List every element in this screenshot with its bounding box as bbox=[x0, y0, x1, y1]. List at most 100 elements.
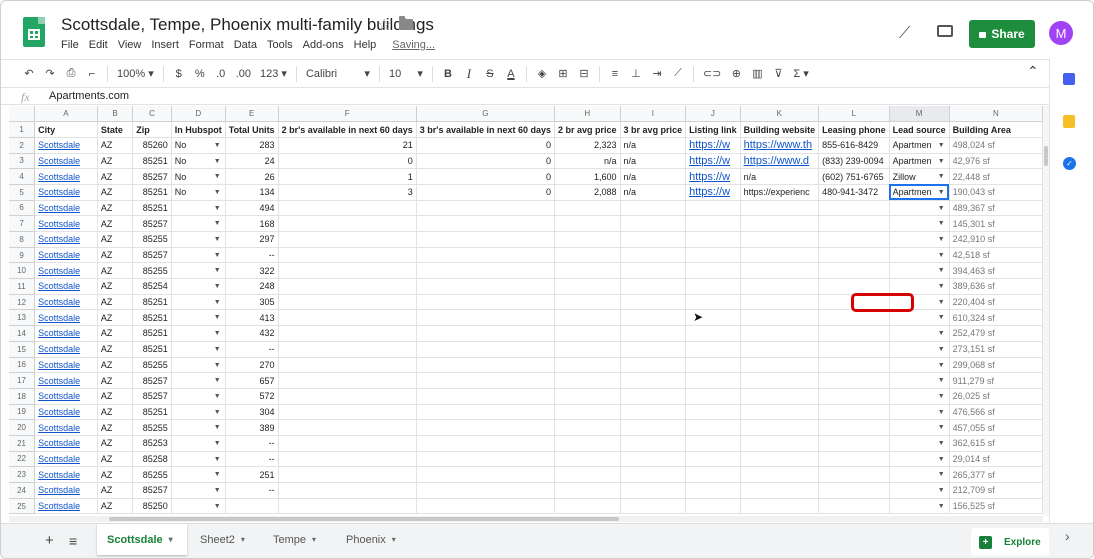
column-header-e[interactable]: E bbox=[225, 106, 279, 123]
cell[interactable]: ▼ bbox=[889, 419, 950, 436]
formula-input[interactable]: Apartments.com bbox=[49, 90, 129, 102]
cell[interactable] bbox=[278, 388, 417, 405]
cell[interactable] bbox=[554, 404, 621, 421]
column-header-k[interactable]: K bbox=[740, 106, 820, 123]
cell[interactable]: AZ bbox=[97, 325, 134, 342]
row-header[interactable]: 17 bbox=[9, 372, 36, 389]
cell[interactable] bbox=[818, 435, 890, 452]
cell[interactable]: 2,323 bbox=[554, 137, 621, 154]
cell[interactable]: Scottsdale bbox=[34, 309, 98, 327]
cell[interactable]: Scottsdale bbox=[34, 168, 98, 185]
cell[interactable] bbox=[818, 200, 890, 217]
redo-icon[interactable]: ↷ bbox=[44, 65, 56, 83]
cell[interactable] bbox=[554, 309, 621, 327]
cell[interactable]: https://experienc bbox=[740, 184, 820, 201]
column-header-l[interactable]: L bbox=[818, 106, 890, 123]
cell[interactable]: Scottsdale bbox=[34, 419, 98, 436]
cell[interactable] bbox=[554, 435, 621, 452]
cell[interactable] bbox=[620, 466, 687, 483]
functions-button[interactable]: Σ ▾ bbox=[793, 65, 808, 83]
cell[interactable]: 2,088 bbox=[554, 184, 621, 201]
cell[interactable]: 220,404 sf bbox=[949, 294, 1043, 311]
cell[interactable]: (602) 751-6765 bbox=[818, 168, 890, 185]
currency-button[interactable]: $ bbox=[173, 65, 185, 83]
cell[interactable] bbox=[416, 309, 556, 327]
cell[interactable]: 242,910 sf bbox=[949, 231, 1043, 248]
cell[interactable]: 305 bbox=[225, 294, 279, 311]
cell[interactable] bbox=[278, 466, 417, 483]
number-format-select[interactable]: 123 ▾ bbox=[260, 65, 287, 83]
cell[interactable] bbox=[685, 435, 741, 452]
cell[interactable]: 251 bbox=[225, 466, 279, 483]
column-header-n[interactable]: N bbox=[949, 106, 1043, 123]
cell[interactable]: ▼ bbox=[171, 278, 226, 295]
scroll-thumb[interactable] bbox=[109, 517, 619, 521]
cell[interactable] bbox=[740, 341, 820, 358]
dropdown-caret-icon[interactable]: ▼ bbox=[214, 252, 221, 259]
cell[interactable] bbox=[620, 200, 687, 217]
cell[interactable]: Scottsdale bbox=[34, 435, 98, 452]
cell[interactable]: 265,377 sf bbox=[949, 466, 1043, 483]
cell[interactable] bbox=[278, 404, 417, 421]
column-title-cell[interactable]: 3 br avg price bbox=[620, 121, 687, 138]
text-wrap-icon[interactable]: ⇥ bbox=[651, 65, 663, 83]
cell[interactable]: ▼ bbox=[171, 482, 226, 499]
text-rotation-icon[interactable]: ⟋ bbox=[672, 65, 684, 83]
column-header-g[interactable]: G bbox=[416, 106, 556, 123]
cell[interactable] bbox=[620, 482, 687, 499]
column-header-j[interactable]: J bbox=[685, 106, 741, 123]
paint-format-icon[interactable]: ⌐ bbox=[86, 65, 98, 83]
insert-chart-icon[interactable]: ▥ bbox=[751, 65, 763, 83]
cell[interactable] bbox=[278, 200, 417, 217]
cell[interactable]: 85257 bbox=[132, 247, 172, 264]
dropdown-caret-icon[interactable]: ▼ bbox=[938, 487, 945, 494]
cell[interactable] bbox=[278, 231, 417, 248]
cell[interactable] bbox=[818, 451, 890, 468]
keep-notes-icon[interactable] bbox=[1063, 115, 1075, 128]
cell[interactable]: Scottsdale bbox=[34, 247, 98, 264]
cell[interactable] bbox=[278, 435, 417, 452]
cell[interactable]: 85251 bbox=[132, 200, 172, 217]
cell[interactable] bbox=[554, 200, 621, 217]
cell[interactable]: ▼ bbox=[171, 294, 226, 311]
dropdown-caret-icon[interactable]: ▼ bbox=[938, 158, 945, 165]
dropdown-caret-icon[interactable]: ▼ bbox=[938, 205, 945, 212]
column-header-m[interactable]: M bbox=[889, 106, 950, 123]
menu-format[interactable]: Format bbox=[189, 39, 224, 51]
cell[interactable] bbox=[416, 200, 556, 217]
cell[interactable] bbox=[685, 294, 741, 311]
row-header[interactable]: 25 bbox=[9, 498, 36, 515]
column-title-cell[interactable]: Total Units bbox=[225, 121, 279, 138]
dropdown-caret-icon[interactable]: ▼ bbox=[214, 267, 221, 274]
cell[interactable]: 299,068 sf bbox=[949, 357, 1043, 374]
cell[interactable]: AZ bbox=[97, 294, 134, 311]
dropdown-caret-icon[interactable]: ▼ bbox=[214, 362, 221, 369]
row-header[interactable]: 10 bbox=[9, 262, 36, 280]
fill-color-icon[interactable]: ◈ bbox=[536, 65, 548, 83]
cell[interactable]: AZ bbox=[97, 200, 134, 217]
cell[interactable]: n/a bbox=[554, 153, 621, 170]
horizontal-align-icon[interactable]: ≡ bbox=[609, 65, 621, 83]
font-size-select[interactable]: 10 ▾ bbox=[389, 65, 423, 83]
cell[interactable] bbox=[554, 262, 621, 280]
row-header[interactable]: 14 bbox=[9, 325, 36, 342]
cell[interactable]: ▼ bbox=[889, 451, 950, 468]
share-button[interactable]: Share bbox=[969, 20, 1035, 48]
menu-addons[interactable]: Add-ons bbox=[303, 39, 344, 51]
cell[interactable]: 855-616-8429 bbox=[818, 137, 890, 154]
cell[interactable]: ▼ bbox=[889, 215, 950, 232]
cell[interactable]: https://w bbox=[685, 153, 741, 170]
cell[interactable] bbox=[554, 466, 621, 483]
cell[interactable]: No ▼ bbox=[171, 153, 226, 170]
cell[interactable]: -- bbox=[225, 341, 279, 358]
cell[interactable] bbox=[416, 466, 556, 483]
cell[interactable]: ▼ bbox=[171, 357, 226, 374]
tab-scottsdale[interactable]: Scottsdale ▾ bbox=[97, 524, 187, 555]
cell[interactable]: 168 bbox=[225, 215, 279, 232]
cell[interactable]: ▼ bbox=[889, 341, 950, 358]
insert-comment-icon[interactable]: ⊕ bbox=[730, 65, 742, 83]
cell[interactable]: 498,024 sf bbox=[949, 137, 1043, 154]
row-header[interactable]: 11 bbox=[9, 278, 36, 295]
row-header[interactable]: 6 bbox=[9, 200, 36, 217]
cell[interactable]: 413 bbox=[225, 309, 279, 327]
